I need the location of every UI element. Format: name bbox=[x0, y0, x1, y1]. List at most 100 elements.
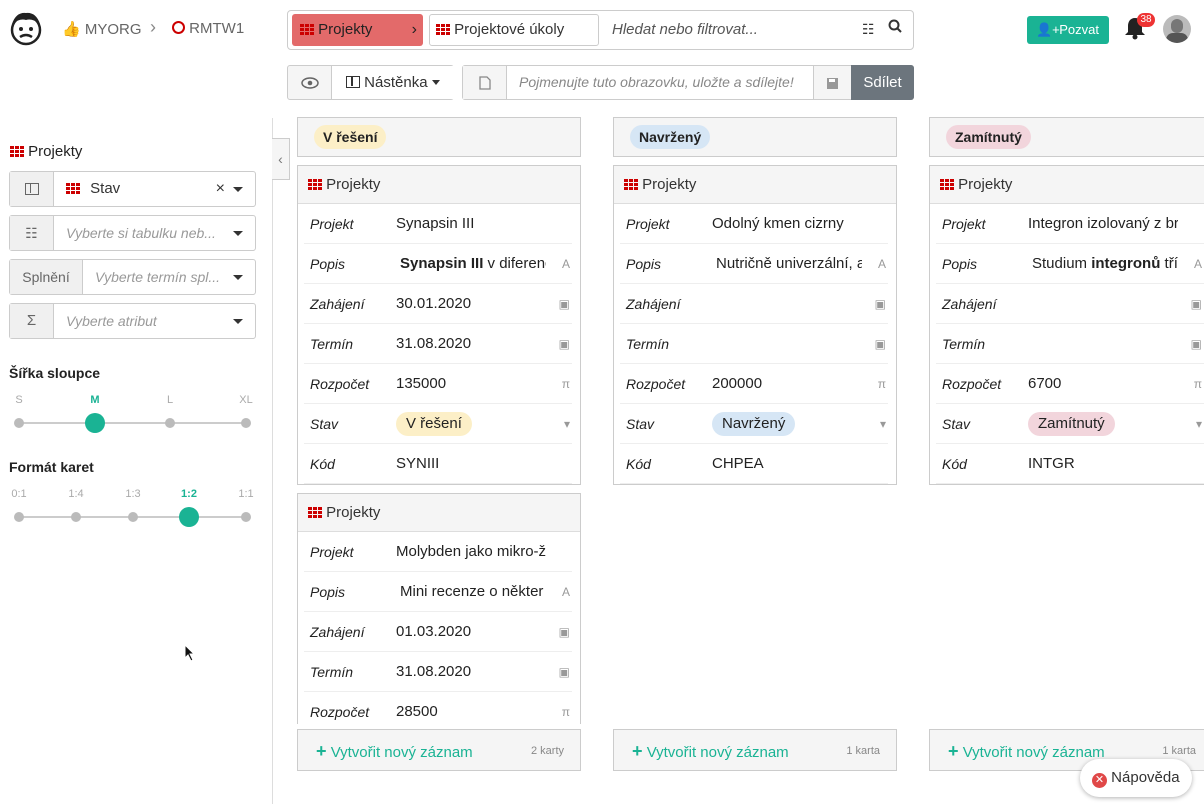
sidebar-title-text: Projekty bbox=[28, 143, 83, 160]
column-footer: + Vytvořit nový záznam 2 karty bbox=[297, 729, 581, 771]
card-field[interactable]: Termín ▣ bbox=[936, 324, 1204, 364]
table-select[interactable]: ☷ Vyberte si tabulku neb... bbox=[9, 215, 256, 251]
attribute-select[interactable]: Σ Vyberte atribut bbox=[9, 303, 256, 339]
search-icon[interactable] bbox=[888, 19, 902, 36]
format-tick: 0:1 bbox=[11, 488, 27, 500]
column-width-slider[interactable] bbox=[19, 422, 246, 424]
card-field[interactable]: Zahájení 30.01.2020 ▣ bbox=[304, 284, 572, 324]
card-field[interactable]: Termín ▣ bbox=[620, 324, 888, 364]
card-field[interactable]: Rozpočet 200000 π bbox=[620, 364, 888, 404]
caret-down-icon[interactable] bbox=[233, 231, 243, 236]
column-header: Zamítnutý bbox=[929, 117, 1204, 157]
card-field[interactable]: Stav Zamítnutý ▾ bbox=[936, 404, 1204, 444]
field-value: tříc bbox=[1164, 255, 1178, 272]
columns-icon bbox=[10, 172, 54, 206]
card-field[interactable]: Zahájení ▣ bbox=[936, 284, 1204, 324]
table-icon bbox=[308, 179, 322, 192]
field-type-icon: π bbox=[561, 377, 570, 391]
card-title: Projekty bbox=[642, 176, 697, 193]
card-field[interactable]: Popis Nutričně univerzální, a A bbox=[620, 244, 888, 284]
width-stop[interactable] bbox=[241, 418, 251, 428]
card-field[interactable]: Projekt Synapsin III bbox=[304, 204, 572, 244]
card-title: Projekty bbox=[326, 176, 381, 193]
add-record-button[interactable]: + Vytvořit nový záznam bbox=[948, 730, 1105, 774]
due-select[interactable]: Splnění Vyberte termín spl... bbox=[9, 259, 256, 295]
breadcrumb-project[interactable]: RMTW1 bbox=[172, 20, 244, 37]
card-field[interactable]: Projekt Odolný kmen cizrny bbox=[620, 204, 888, 244]
list-icon[interactable]: ☷ bbox=[862, 21, 875, 38]
width-stop[interactable] bbox=[165, 418, 175, 428]
table-pill[interactable]: Projekty › bbox=[292, 14, 423, 46]
linked-table-pill[interactable]: Projektové úkoly bbox=[429, 14, 599, 46]
card-field[interactable]: Rozpočet 28500 π bbox=[304, 692, 572, 724]
field-value-bold: Synapsin III bbox=[400, 255, 484, 272]
view-name-bar: Pojmenujte tuto obrazovku, uložte a sdíl… bbox=[462, 65, 914, 100]
avatar[interactable] bbox=[1163, 15, 1191, 43]
field-type-icon: ▾ bbox=[879, 417, 886, 431]
column-status-badge: V řešení bbox=[314, 125, 387, 149]
card-field[interactable]: Termín 31.08.2020 ▣ bbox=[304, 324, 572, 364]
card-field[interactable]: Kód SYNIII bbox=[304, 444, 572, 484]
card-field[interactable]: Kód INTGR bbox=[936, 444, 1204, 484]
format-stop[interactable] bbox=[71, 512, 81, 522]
collapse-sidebar-button[interactable]: ‹ bbox=[272, 138, 290, 180]
card-field[interactable]: Popis Studium integronů tříc A bbox=[936, 244, 1204, 284]
card-field[interactable]: Rozpočet 135000 π bbox=[304, 364, 572, 404]
width-handle[interactable] bbox=[85, 413, 105, 433]
card[interactable]: Projekty Projekt Synapsin III Popis Synapsin… bbox=[297, 165, 581, 485]
format-stop[interactable] bbox=[241, 512, 251, 522]
card-field[interactable]: Zahájení 01.03.2020 ▣ bbox=[304, 612, 572, 652]
group-by-select[interactable]: Stav × bbox=[9, 171, 256, 207]
due-prefix: Splnění bbox=[10, 260, 83, 294]
caret-down-icon[interactable] bbox=[233, 275, 243, 280]
breadcrumb-org[interactable]: 👍 MYORG bbox=[62, 20, 142, 38]
card-header: Projekty bbox=[930, 166, 1204, 204]
caret-down-icon[interactable] bbox=[233, 187, 243, 192]
field-value-cell: 31.08.2020 bbox=[396, 652, 546, 692]
card-field[interactable]: Stav V řešení ▾ bbox=[304, 404, 572, 444]
field-value-pre: Studium bbox=[1032, 255, 1092, 272]
width-stop[interactable] bbox=[14, 418, 24, 428]
card-field[interactable]: Popis Synapsin III v diferenc A bbox=[304, 244, 572, 284]
format-stop[interactable] bbox=[14, 512, 24, 522]
card-field[interactable]: Termín 31.08.2020 ▣ bbox=[304, 652, 572, 692]
field-type-icon: π bbox=[1193, 377, 1202, 391]
card[interactable]: Projekty Projekt Integron izolovaný z bro P… bbox=[929, 165, 1204, 485]
card-field[interactable]: Stav Navržený ▾ bbox=[620, 404, 888, 444]
help-button[interactable]: ✕ Nápověda bbox=[1080, 759, 1192, 797]
column-header: V řešení bbox=[297, 117, 581, 157]
field-name: Popis bbox=[310, 256, 346, 272]
card-field[interactable]: Rozpočet 6700 π bbox=[936, 364, 1204, 404]
field-type-icon: ▣ bbox=[558, 665, 570, 679]
view-select[interactable]: Nástěnka bbox=[332, 66, 454, 99]
format-stop[interactable] bbox=[128, 512, 138, 522]
eye-icon[interactable] bbox=[288, 66, 332, 99]
card-field[interactable]: Projekt Molybden jako mikro-živ bbox=[304, 532, 572, 572]
view-name-input[interactable]: Pojmenujte tuto obrazovku, uložte a sdíl… bbox=[519, 66, 794, 99]
file-icon[interactable] bbox=[463, 66, 507, 99]
clear-icon[interactable]: × bbox=[216, 172, 225, 206]
caret-down-icon[interactable] bbox=[233, 319, 243, 324]
format-handle[interactable] bbox=[179, 507, 199, 527]
card-field[interactable]: Projekt Integron izolovaný z bro bbox=[936, 204, 1204, 244]
search-bar[interactable]: Projekty › Projektové úkoly Hledat nebo … bbox=[287, 10, 914, 50]
card[interactable]: Projekty Projekt Odolný kmen cizrny Popis Nu… bbox=[613, 165, 897, 485]
field-type-icon: ▣ bbox=[1190, 337, 1202, 351]
share-button[interactable]: Sdílet bbox=[851, 65, 914, 100]
field-value: INTGR bbox=[1028, 455, 1075, 472]
add-record-button[interactable]: + Vytvořit nový záznam bbox=[316, 730, 473, 774]
invite-button[interactable]: 👤+ Pozvat bbox=[1027, 16, 1109, 44]
attribute-placeholder: Vyberte atribut bbox=[66, 313, 157, 329]
card-field[interactable]: Zahájení ▣ bbox=[620, 284, 888, 324]
card-field[interactable]: Popis Mini recenze o někter A bbox=[304, 572, 572, 612]
app-logo[interactable] bbox=[8, 10, 44, 46]
due-placeholder: Vyberte termín spl... bbox=[95, 269, 221, 285]
card-field[interactable]: Kód CHPEA bbox=[620, 444, 888, 484]
save-icon[interactable] bbox=[813, 66, 851, 99]
field-name: Zahájení bbox=[310, 296, 365, 312]
table-icon bbox=[66, 183, 80, 196]
plus-icon: + bbox=[316, 741, 327, 761]
search-input[interactable]: Hledat nebo filtrovat... bbox=[612, 11, 758, 49]
card[interactable]: Projekty Projekt Molybden jako mikro-živ Po… bbox=[297, 493, 581, 724]
add-record-button[interactable]: + Vytvořit nový záznam bbox=[632, 730, 789, 774]
